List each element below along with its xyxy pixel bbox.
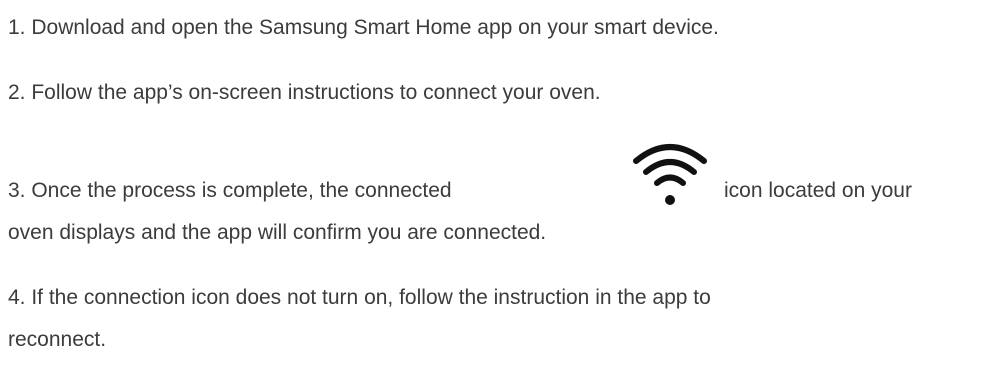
- step-4-text-line1: 4. If the connection icon does not turn …: [8, 286, 711, 309]
- step-4-text-line2: reconnect.: [8, 328, 107, 351]
- step-1-text: 1. Download and open the Samsung Smart H…: [8, 16, 719, 39]
- step-3-text-end: oven displays and the app will confirm y…: [8, 221, 547, 244]
- step-3-text-middle: icon located on your: [724, 179, 912, 202]
- wifi-icon: [622, 135, 718, 209]
- step-2-text: 2. Follow the app’s on-screen instructio…: [8, 81, 601, 104]
- step-3-text-start: 3. Once the process is complete, the con…: [8, 179, 452, 202]
